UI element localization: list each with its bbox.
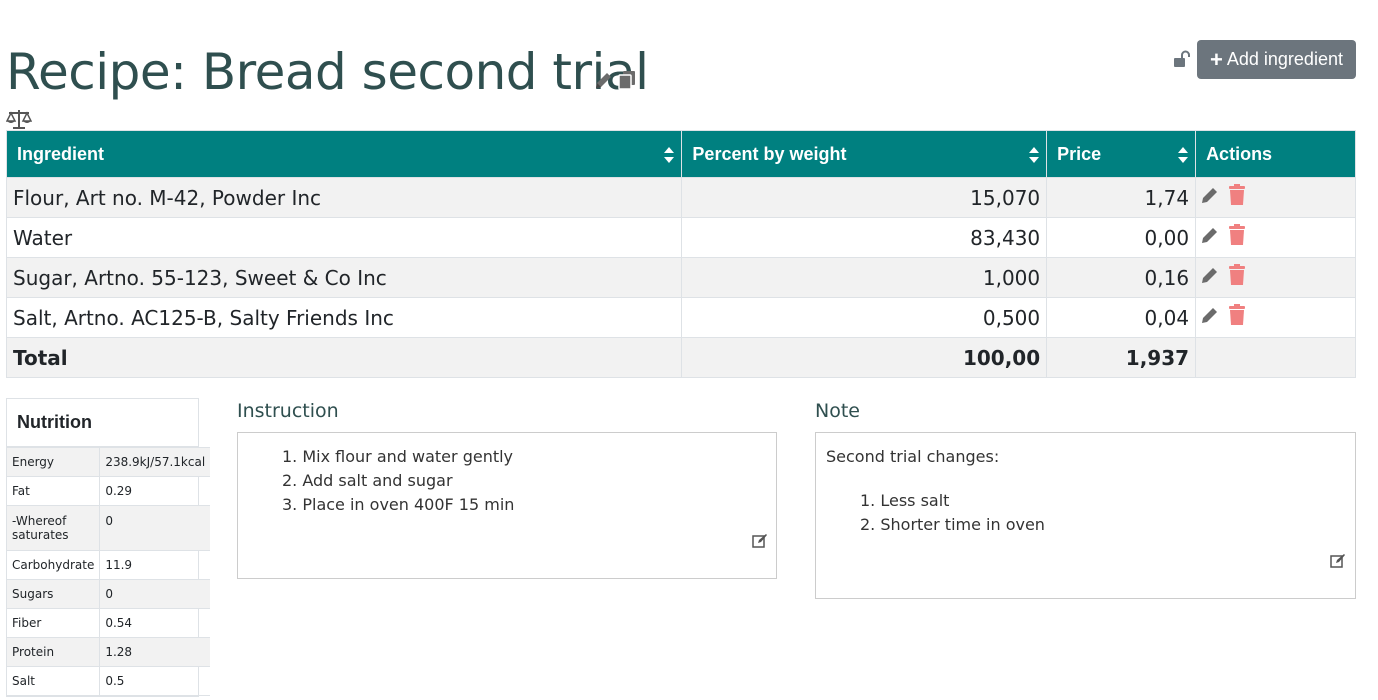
- nutrition-row: Carbohydrate 11.9: [7, 550, 211, 580]
- table-row: Sugar, Artno. 55-123, Sweet & Co Inc 1,0…: [5, 257, 1356, 298]
- actions-cell: [1195, 217, 1356, 258]
- trash-icon[interactable]: [1228, 264, 1246, 291]
- ingredient-name: Water: [5, 217, 683, 258]
- edit-pencil-icon[interactable]: [1200, 305, 1220, 330]
- price-cell: 0,00: [1046, 217, 1197, 258]
- nutrition-value: 0.54: [99, 608, 211, 638]
- sort-icon[interactable]: [663, 146, 675, 169]
- nutrition-title: Nutrition: [7, 399, 198, 447]
- price-cell: 0,16: [1046, 257, 1197, 298]
- actions-cell: [1195, 257, 1356, 298]
- price-cell: 1,74: [1046, 177, 1197, 218]
- sort-icon[interactable]: [1028, 146, 1040, 169]
- percent-cell: 0,500: [681, 297, 1048, 338]
- note-box: Second trial changes: 1. Less salt 2. Sh…: [815, 432, 1356, 599]
- edit-pencil-icon[interactable]: [1200, 265, 1220, 290]
- note-item: 1. Less salt: [860, 491, 950, 510]
- total-row: Total 100,00 1,937: [5, 337, 1356, 378]
- ingredients-table: Ingredient Percent by weight Price Actio…: [5, 130, 1356, 378]
- nutrition-value: 11.9: [99, 550, 211, 580]
- nutrition-name: Protein: [7, 637, 101, 667]
- actions-cell: [1195, 297, 1356, 338]
- price-cell: 0,04: [1046, 297, 1197, 338]
- nutrition-name: Sugars: [7, 579, 101, 609]
- add-ingredient-label: Add ingredient: [1226, 49, 1343, 69]
- ingredient-name: Sugar, Artno. 55-123, Sweet & Co Inc: [5, 257, 683, 298]
- sort-icon[interactable]: [1177, 146, 1189, 169]
- total-label: Total: [5, 337, 683, 378]
- nutrition-name: Energy: [7, 447, 101, 477]
- instruction-step: 3. Place in oven 400F 15 min: [282, 495, 515, 514]
- copy-icon[interactable]: [618, 70, 636, 90]
- column-header-price[interactable]: Price: [1046, 130, 1197, 178]
- nutrition-name: Carbohydrate: [7, 550, 101, 580]
- table-row: Flour, Art no. M-42, Powder Inc 15,070 1…: [5, 177, 1356, 218]
- nutrition-name: -Whereof saturates: [7, 505, 101, 551]
- note-intro: Second trial changes:: [826, 447, 1000, 466]
- nutrition-value: 0: [99, 505, 211, 551]
- nutrition-name: Salt: [7, 666, 101, 696]
- note-item: 2. Shorter time in oven: [860, 515, 1045, 534]
- nutrition-value: 238.9kJ/57.1kcal: [99, 447, 211, 477]
- instruction-step: 1. Mix flour and water gently: [282, 447, 514, 466]
- total-actions-cell: [1195, 337, 1356, 378]
- table-row: Salt, Artno. AC125-B, Salty Friends Inc …: [5, 297, 1356, 338]
- percent-cell: 1,000: [681, 257, 1048, 298]
- column-header-percent[interactable]: Percent by weight: [681, 130, 1048, 178]
- instruction-step: 2. Add salt and sugar: [282, 471, 453, 490]
- title-actions: [594, 70, 636, 90]
- note-title: Note: [815, 400, 860, 422]
- nutrition-value: 0: [99, 579, 211, 609]
- nutrition-name: Fiber: [7, 608, 101, 638]
- nutrition-name: Fat: [7, 476, 101, 506]
- trash-icon[interactable]: [1228, 224, 1246, 251]
- trash-icon[interactable]: [1228, 304, 1246, 331]
- add-ingredient-button[interactable]: + Add ingredient: [1197, 40, 1356, 79]
- table-header-row: Ingredient Percent by weight Price Actio…: [5, 130, 1356, 178]
- instruction-box: 1. Mix flour and water gently 2. Add sal…: [237, 432, 777, 579]
- total-percent: 100,00: [681, 337, 1048, 378]
- plus-icon: +: [1210, 46, 1223, 72]
- unlock-icon[interactable]: [1173, 50, 1191, 72]
- total-price: 1,937: [1046, 337, 1197, 378]
- actions-cell: [1195, 177, 1356, 218]
- nutrition-row: -Whereof saturates 0: [7, 505, 211, 551]
- percent-cell: 15,070: [681, 177, 1048, 218]
- nutrition-value: 1.28: [99, 637, 211, 667]
- percent-cell: 83,430: [681, 217, 1048, 258]
- ingredient-name: Flour, Art no. M-42, Powder Inc: [5, 177, 683, 218]
- nutrition-panel: Nutrition Energy 238.9kJ/57.1kcal Fat 0.29…: [6, 398, 211, 697]
- instruction-title: Instruction: [237, 400, 339, 422]
- table-row: Water 83,430 0,00: [5, 217, 1356, 258]
- instruction-list: 1. Mix flour and water gently 2. Add sal…: [282, 445, 514, 517]
- trash-icon[interactable]: [1228, 184, 1246, 211]
- nutrition-row: Sugars 0: [7, 579, 211, 609]
- nutrition-row: Fiber 0.54: [7, 608, 211, 638]
- nutrition-row: Fat 0.29: [7, 476, 211, 506]
- nutrition-row: Salt 0.5: [7, 666, 211, 696]
- edit-instruction-icon[interactable]: [752, 533, 768, 553]
- nutrition-value: 0.5: [99, 666, 211, 696]
- edit-pencil-icon[interactable]: [1200, 225, 1220, 250]
- column-header-ingredient[interactable]: Ingredient: [5, 130, 683, 178]
- pencil-icon[interactable]: [594, 70, 614, 90]
- nutrition-row: Energy 238.9kJ/57.1kcal: [7, 447, 211, 477]
- ingredient-name: Salt, Artno. AC125-B, Salty Friends Inc: [5, 297, 683, 338]
- edit-note-icon[interactable]: [1330, 553, 1346, 573]
- column-header-actions: Actions: [1195, 130, 1356, 178]
- nutrition-value: 0.29: [99, 476, 211, 506]
- nutrition-row: Protein 1.28: [7, 637, 211, 667]
- note-list: 1. Less salt 2. Shorter time in oven: [860, 489, 1045, 537]
- edit-pencil-icon[interactable]: [1200, 185, 1220, 210]
- nutrition-table: Energy 238.9kJ/57.1kcal Fat 0.29 -Whereof …: [7, 447, 211, 696]
- page-title: Recipe: Bread second trial: [6, 43, 649, 101]
